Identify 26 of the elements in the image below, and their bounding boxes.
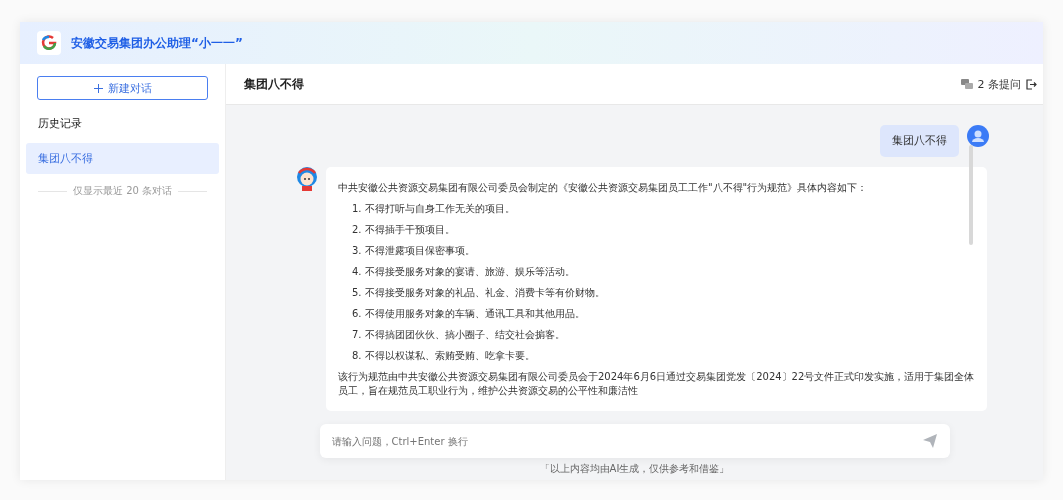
app-title: 安徽交易集团办公助理“小一一” xyxy=(71,34,243,52)
rule-item: 6. 不得使用服务对象的车辆、通讯工具和其他用品。 xyxy=(351,307,586,321)
user-message: 集团八不得 xyxy=(880,125,959,157)
question-count: 2 条提问 xyxy=(977,76,1021,92)
ai-disclaimer: 「以上内容均由AI生成，仅供参考和借鉴」 xyxy=(539,462,730,476)
chat-title: 集团八不得 xyxy=(244,75,304,93)
plus-icon xyxy=(93,83,103,93)
answer-paragraph: 该行为规范由中共安徽公共资源交易集团有限公司委员会于2024年6月6日通过交易集团党发〔2024〕22号文件正式印发实施，适用于集团全体员工，旨在规范员工职业行为，维护公共资源交易的公平性和廉洁性 xyxy=(338,370,975,398)
rule-item: 3. 不得泄露项目保密事项。 xyxy=(351,244,476,258)
rule-item: 8. 不得以权谋私、索贿受贿、吃拿卡要。 xyxy=(351,349,536,363)
rule-item: 1. 不得打听与自身工作无关的项目。 xyxy=(351,202,516,216)
chat-bubbles-icon xyxy=(960,79,973,89)
history-label: 历史记录 xyxy=(38,116,83,131)
mascot-avatar-icon xyxy=(296,167,318,191)
logo-icon xyxy=(37,31,61,55)
rule-item: 5. 不得接受服务对象的礼品、礼金、消费卡等有价财物。 xyxy=(351,286,606,300)
rule-item: 4. 不得接受服务对象的宴请、旅游、娱乐等活动。 xyxy=(351,265,576,279)
user-avatar-icon xyxy=(967,125,989,147)
answer-intro: 中共安徽公共资源交易集团有限公司委员会制定的《安徽公共资源交易集团员工工作"八不得"行为规范》具体内容如下： xyxy=(338,181,869,195)
rule-item: 7. 不得搞团团伙伙、搞小圈子、结交社会掮客。 xyxy=(351,328,566,342)
logout-icon[interactable] xyxy=(1026,78,1037,90)
recent-limit-note: 仅显示最近 20 条对话 xyxy=(72,184,173,198)
question-input[interactable]: 请输入问题，Ctrl+Enter 换行 xyxy=(319,424,950,458)
new-chat-button[interactable]: 新建对话 xyxy=(37,76,208,100)
history-item[interactable]: 集团八不得 xyxy=(26,143,219,174)
rule-item: 2. 不得插手干预项目。 xyxy=(351,223,456,237)
